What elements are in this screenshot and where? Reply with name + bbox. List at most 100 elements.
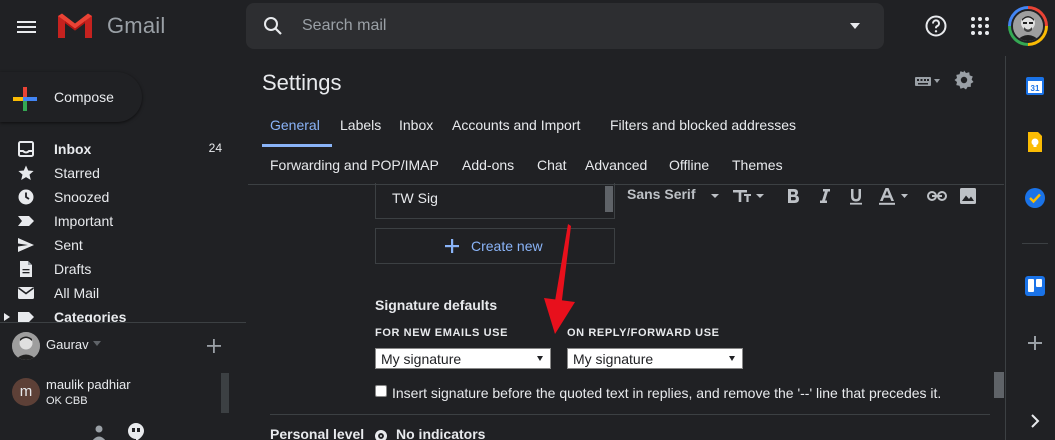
reply-forward-label: ON REPLY/FORWARD USE [567, 327, 720, 339]
keep-icon[interactable] [1024, 131, 1046, 153]
new-emails-label: FOR NEW EMAILS USE [375, 327, 509, 339]
main-menu-icon[interactable] [14, 14, 40, 40]
hangouts-user-avatar[interactable] [12, 332, 40, 360]
tab-forwarding[interactable]: Forwarding and POP/IMAP [270, 157, 439, 173]
gear-icon[interactable] [954, 70, 974, 90]
search-options-dropdown-icon[interactable] [848, 19, 862, 33]
personal-level-heading: Personal level [270, 426, 365, 440]
create-new-label: Create new [471, 238, 543, 254]
divider [0, 322, 246, 323]
contact-name: maulik padhiar [46, 377, 131, 392]
help-icon[interactable] [924, 14, 948, 38]
inbox-icon [17, 140, 35, 158]
search-input[interactable] [302, 14, 822, 38]
sidebar-item-label: Drafts [54, 261, 92, 277]
calendar-icon[interactable]: 31 [1024, 75, 1046, 97]
gmail-logo-text: Gmail [107, 13, 166, 38]
mail-icon [17, 284, 35, 302]
link-icon[interactable] [926, 186, 948, 206]
sidebar-item-drafts[interactable]: Drafts [0, 257, 232, 281]
select-value: My signature [573, 351, 654, 367]
get-add-ons-icon[interactable] [1024, 332, 1046, 354]
inbox-unread-count: 24 [208, 141, 222, 155]
underline-icon[interactable] [846, 186, 866, 206]
hangouts-user-name[interactable]: Gaurav [46, 337, 89, 352]
bold-icon[interactable] [783, 186, 803, 206]
tasks-icon[interactable] [1024, 187, 1046, 209]
italic-icon[interactable] [815, 186, 835, 206]
tab-general[interactable]: General [270, 117, 320, 133]
google-apps-icon[interactable] [969, 15, 991, 37]
send-icon [17, 236, 35, 254]
active-tab-indicator [262, 144, 332, 147]
tab-filters[interactable]: Filters and blocked addresses [610, 117, 796, 133]
no-indicators-label[interactable]: No indicators [396, 426, 485, 440]
sidebar-item-inbox[interactable]: Inbox 24 [0, 137, 232, 161]
trello-icon[interactable] [1024, 275, 1046, 297]
compose-label: Compose [54, 89, 114, 105]
keyboard-icon[interactable] [914, 74, 940, 88]
sidebar-item-label: Inbox [54, 141, 92, 157]
person-icon[interactable] [90, 423, 108, 440]
hangouts-chat-icon[interactable] [126, 422, 146, 440]
tab-chat[interactable]: Chat [537, 157, 567, 173]
new-emails-signature-select[interactable]: My signature [375, 348, 551, 369]
contacts-scrollbar[interactable] [221, 373, 229, 413]
star-icon [17, 164, 35, 182]
important-icon [17, 212, 35, 230]
dropdown-arrow-icon [729, 356, 735, 361]
sidebar-item-important[interactable]: Important [0, 209, 232, 233]
sidebar-item-all-mail[interactable]: All Mail [0, 281, 232, 305]
sidebar-item-starred[interactable]: Starred [0, 161, 232, 185]
tab-advanced[interactable]: Advanced [585, 157, 647, 173]
no-indicators-radio[interactable] [375, 430, 387, 440]
search-icon[interactable] [262, 15, 284, 37]
insert-image-icon[interactable] [958, 186, 978, 206]
contact-status: OK CBB [46, 395, 88, 407]
svg-text:31: 31 [1031, 84, 1040, 93]
annotation-arrow-icon [540, 224, 580, 336]
divider [248, 184, 1004, 185]
tab-labels[interactable]: Labels [340, 117, 381, 133]
add-contact-icon[interactable] [204, 336, 224, 356]
signature-defaults-heading: Signature defaults [375, 297, 498, 313]
contact-avatar: m [12, 378, 40, 406]
compose-plus-icon [12, 86, 38, 112]
expand-arrow-icon[interactable] [4, 313, 10, 321]
divider [1022, 243, 1048, 244]
divider [270, 414, 990, 415]
insert-before-quoted-label[interactable]: Insert signature before the quoted text … [392, 385, 941, 401]
sidebar-item-snoozed[interactable]: Snoozed [0, 185, 232, 209]
account-avatar[interactable] [1008, 6, 1048, 46]
page-title: Settings [262, 70, 342, 95]
sidebar-item-sent[interactable]: Sent [0, 233, 232, 257]
tab-inbox[interactable]: Inbox [399, 117, 433, 133]
insert-before-quoted-checkbox[interactable] [375, 385, 387, 397]
sidebar-item-label: Important [54, 213, 114, 229]
font-family-select[interactable]: Sans Serif [627, 186, 695, 202]
tab-accounts-and-import[interactable]: Accounts and Import [452, 117, 580, 133]
text-color-icon[interactable] [877, 186, 913, 206]
plus-icon [444, 238, 460, 254]
font-dropdown-icon[interactable] [705, 186, 725, 206]
tab-themes[interactable]: Themes [732, 157, 783, 173]
tab-add-ons[interactable]: Add-ons [462, 157, 514, 173]
signature-list-scrollbar[interactable] [605, 186, 613, 212]
sidebar-item-label: Snoozed [54, 189, 110, 205]
signature-list-item[interactable]: TW Sig [392, 190, 438, 206]
gmail-logo-icon[interactable] [56, 12, 94, 40]
sidebar-item-categories[interactable]: Categories [0, 305, 232, 323]
status-dropdown-icon[interactable] [93, 341, 101, 347]
settings-scrollbar[interactable] [994, 372, 1004, 398]
expand-panel-icon[interactable] [1024, 410, 1046, 432]
sidebar-item-label: Categories [54, 309, 127, 323]
clock-icon [17, 188, 35, 206]
tab-offline[interactable]: Offline [669, 157, 709, 173]
select-value: My signature [381, 351, 462, 367]
divider [1005, 56, 1006, 440]
dropdown-arrow-icon [537, 356, 543, 361]
label-icon [17, 308, 35, 323]
reply-forward-signature-select[interactable]: My signature [567, 348, 743, 369]
draft-icon [17, 260, 35, 278]
text-size-icon[interactable] [731, 186, 767, 206]
